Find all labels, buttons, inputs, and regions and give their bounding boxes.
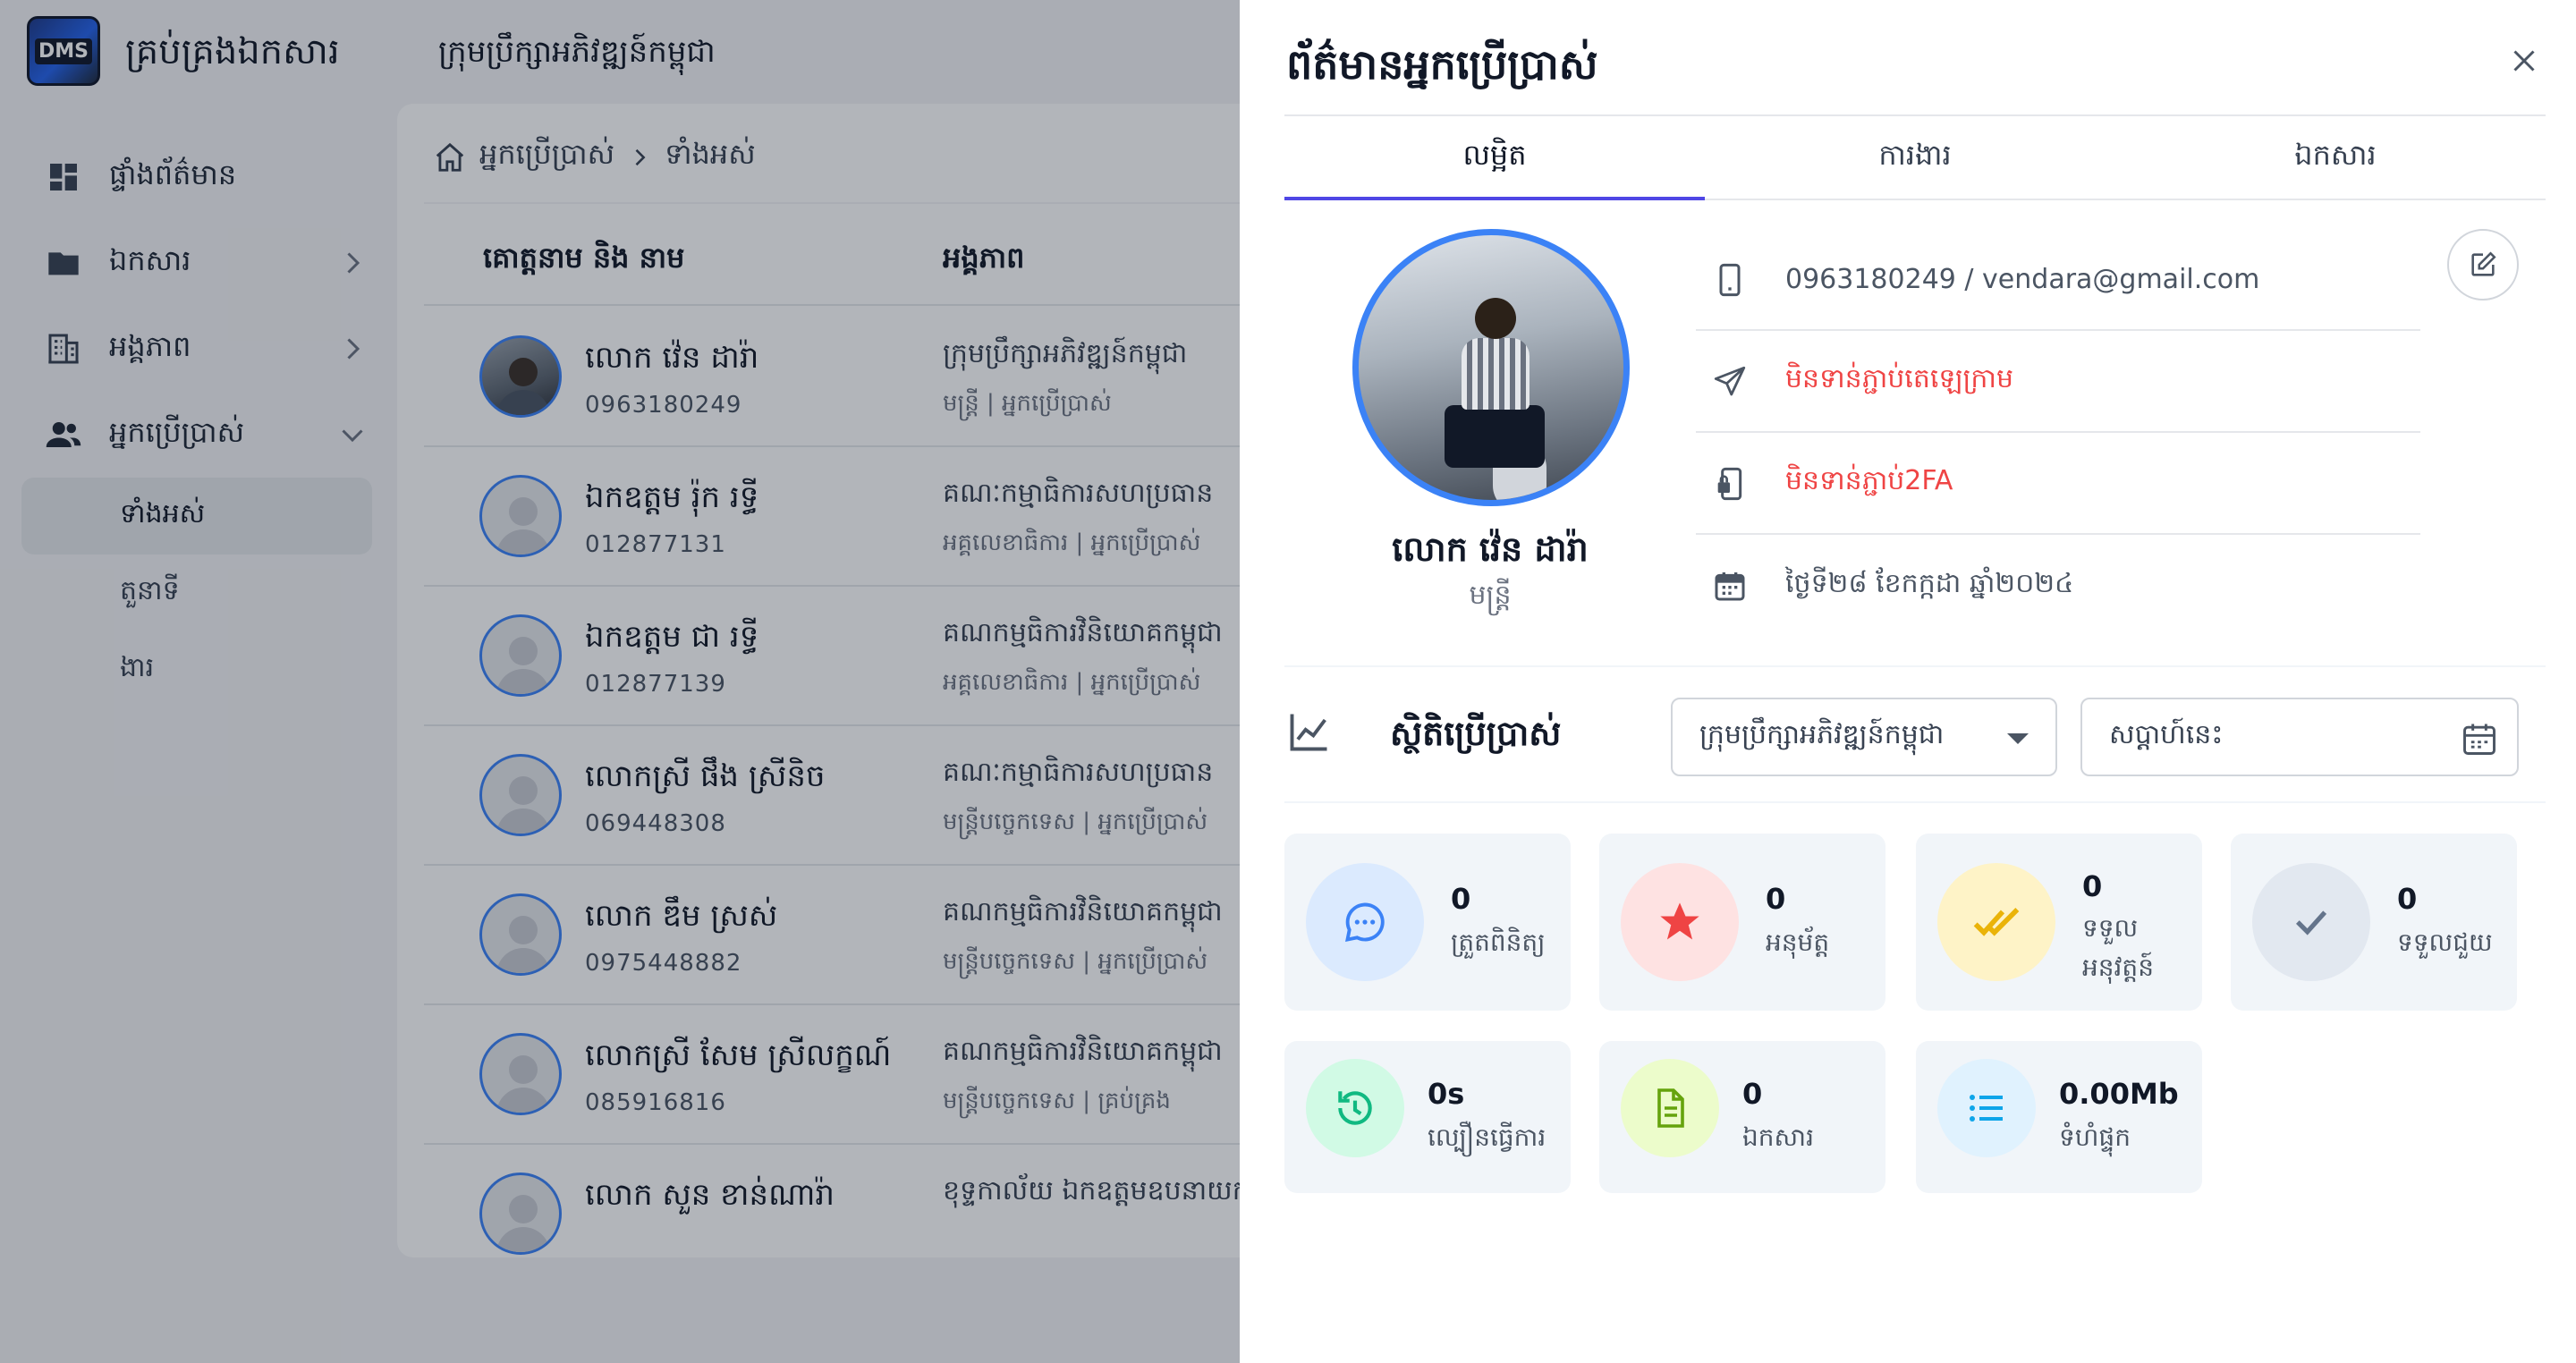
calendar-icon <box>1710 566 1750 605</box>
tab-tasks[interactable]: ការងារ <box>1705 116 2125 199</box>
chat-bubble-icon <box>1306 863 1424 981</box>
stat-label: ល្បឿនធ្វើការ <box>1428 1122 1546 1152</box>
stat-card-approve[interactable]: 0 អនុម័ត្ត <box>1599 834 1885 1011</box>
organization-select[interactable]: ក្រុមប្រឹក្សាអភិវឌ្ឍន៍កម្ពុជា <box>1671 698 2057 776</box>
stat-label: ទទួល អនុវត្តន៍ <box>2082 913 2154 982</box>
document-icon <box>1621 1059 1719 1157</box>
stat-value: 0 <box>1766 882 1786 916</box>
stat-card-speed[interactable]: 0s ល្បឿនធ្វើការ <box>1284 1041 1571 1193</box>
contact-info-list: 0963180249 / vendara@gmail.com មិនទាន់ភ្… <box>1696 229 2420 637</box>
info-row-contact: 0963180249 / vendara@gmail.com <box>1696 229 2420 331</box>
stats-title: ស្ថិតិប្រើប្រាស់ <box>1390 714 1562 753</box>
profile-photo <box>1352 229 1630 506</box>
star-icon <box>1621 863 1739 981</box>
stat-label: ត្រួតពិនិត្យ <box>1451 927 1546 957</box>
telegram-icon <box>1710 362 1750 402</box>
drawer-title: ព័ត៌មានអ្នកប្រើប្រាស់ <box>1286 40 1598 89</box>
drawer-tabs: លម្អិត ការងារ ឯកសារ <box>1284 114 2546 200</box>
divider <box>1284 665 2546 667</box>
stat-value: 0.00Mb <box>2059 1077 2179 1111</box>
date-range-picker[interactable]: សប្តាហ៍នេះ <box>2080 698 2519 776</box>
stat-card-review[interactable]: 0 ត្រួតពិនិត្យ <box>1284 834 1571 1011</box>
phone-icon <box>1710 260 1750 300</box>
edit-icon <box>2471 251 2496 276</box>
organization-select-value: ក្រុមប្រឹក្សាអភិវឌ្ឍន៍កម្ពុជា <box>1699 719 1945 750</box>
stat-card-implement[interactable]: 0 ទទួល អនុវត្តន៍ <box>1916 834 2202 1011</box>
line-chart-icon <box>1290 714 1327 751</box>
date-range-value: សប្តាហ៍នេះ <box>2109 719 2224 750</box>
info-text: ថ្ងៃទី២៨ ខែកក្កដា ឆ្នាំ២០២៤ <box>1785 568 2074 599</box>
modal-backdrop[interactable] <box>0 0 1240 1363</box>
info-row-telegram: មិនទាន់ភ្ជាប់តេឡេក្រាម <box>1696 331 2420 433</box>
stat-card-documents[interactable]: 0 ឯកសារ <box>1599 1041 1885 1193</box>
stat-label: ឯកសារ <box>1742 1122 1814 1152</box>
info-text: មិនទាន់ភ្ជាប់2FA <box>1785 465 1953 496</box>
calendar-icon <box>2463 724 2496 755</box>
check-icon <box>2252 863 2370 981</box>
close-icon <box>2513 50 2535 72</box>
divider <box>1284 801 2546 803</box>
history-icon <box>1306 1059 1404 1157</box>
info-text: 0963180249 / vendara@gmail.com <box>1785 263 2260 295</box>
profile-name: លោក វ៉េន ដារ៉ា <box>1392 529 1589 569</box>
profile-role: មន្ត្រី <box>1469 580 1512 611</box>
edit-profile-button[interactable] <box>2447 229 2519 301</box>
double-check-icon <box>1937 863 2055 981</box>
stat-card-storage[interactable]: 0.00Mb ទំហំផ្ទុក <box>1916 1041 2202 1193</box>
stat-card-assist[interactable]: 0 ទទួលជួយ <box>2231 834 2517 1011</box>
tab-documents[interactable]: ឯកសារ <box>2125 116 2546 199</box>
list-icon <box>1937 1059 2036 1157</box>
stat-value: 0 <box>2082 869 2103 903</box>
stat-value: 0 <box>1742 1077 1763 1111</box>
stat-value: 0s <box>1428 1077 1465 1111</box>
close-button[interactable] <box>2504 41 2544 80</box>
info-row-2fa: មិនទាន់ភ្ជាប់2FA <box>1696 433 2420 535</box>
lock-device-icon <box>1710 464 1750 504</box>
stat-label: ទំហំផ្ទុក <box>2059 1122 2131 1152</box>
info-row-date: ថ្ងៃទី២៨ ខែកក្កដា ឆ្នាំ២០២៤ <box>1696 535 2420 637</box>
stat-value: 0 <box>1451 882 1471 916</box>
stat-value: 0 <box>2397 882 2418 916</box>
user-info-drawer: ព័ត៌មានអ្នកប្រើប្រាស់ លម្អិត ការងារ ឯកសា… <box>1240 0 2576 1363</box>
tab-details[interactable]: លម្អិត <box>1284 116 1705 200</box>
stat-label: អនុម័ត្ត <box>1766 927 1830 957</box>
stat-label: ទទួលជួយ <box>2397 927 2493 957</box>
info-text: មិនទាន់ភ្ជាប់តេឡេក្រាម <box>1785 363 2014 394</box>
caret-down-icon <box>2007 733 2029 744</box>
app-root: DMS គ្រប់គ្រងឯកសារ ក្រុមប្រឹក្សាអភិវឌ្ឍន… <box>0 0 2576 1363</box>
